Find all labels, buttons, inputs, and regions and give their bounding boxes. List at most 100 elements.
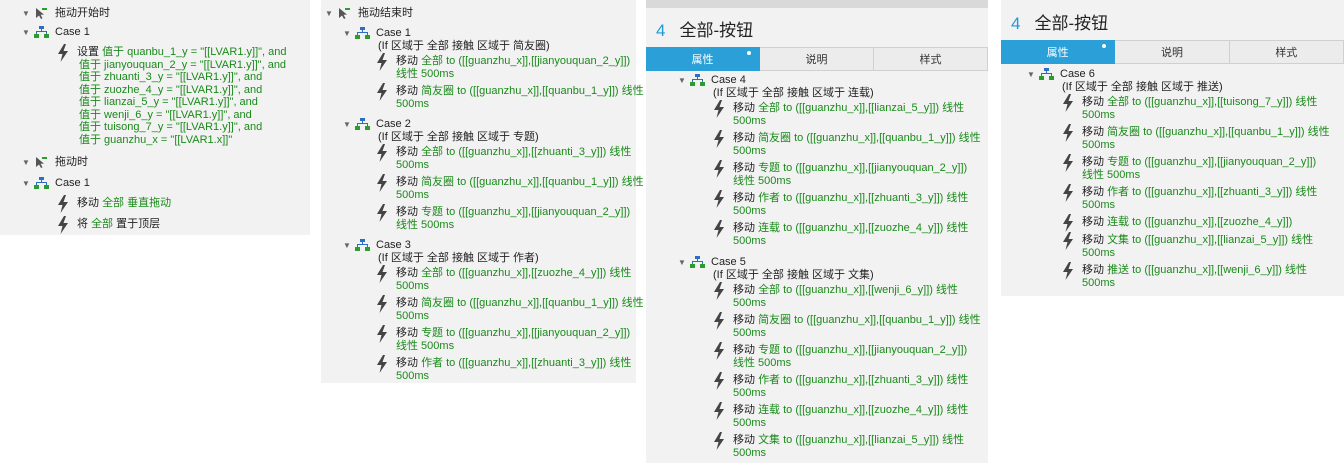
case-tree-icon [355, 118, 371, 131]
action-move[interactable]: 移动 专题 to ([[guanzhu_x]],[[jianyouquan_2_… [1061, 154, 1316, 181]
case-label: Case 4 (If 区域于 全部 接触 区域于 连载) [711, 74, 874, 100]
action-text: 移动 专题 to ([[guanzhu_x]],[[jianyouquan_2_… [396, 206, 630, 231]
action-move[interactable]: 移动 专题 to ([[guanzhu_x]],[[jianyouquan_2_… [375, 325, 630, 352]
action-line-2: 500ms [396, 188, 430, 201]
case-item[interactable]: ▼ Case 1 (If 区域于 全部 接触 区域于 简友圈) [343, 27, 550, 53]
case-item[interactable]: ▼ Case 4 (If 区域于 全部 接触 区域于 连载) [678, 74, 874, 100]
action-move[interactable]: 移动 全部 垂直拖动 [56, 195, 171, 215]
node-label: 拖动结束时 [358, 7, 413, 19]
action-move[interactable]: 移动 作者 to ([[guanzhu_x]],[[zhuanti_3_y]])… [375, 355, 631, 382]
action-move[interactable]: 移动 全部 to ([[guanzhu_x]],[[zuozhe_4_y]]) … [375, 265, 631, 292]
action-move[interactable]: 移动 作者 to ([[guanzhu_x]],[[zhuanti_3_y]])… [712, 190, 968, 217]
action-move[interactable]: 移动 全部 to ([[guanzhu_x]],[[wenji_6_y]]) 线… [712, 282, 958, 309]
action-move[interactable]: 移动 全部 to ([[guanzhu_x]],[[lianzai_5_y]])… [712, 100, 965, 127]
action-line: 移动 简友圈 to ([[guanzhu_x]],[[quanbu_1_y]])… [396, 85, 644, 98]
set-action-text: 设置 值于 quanbu_1_y = "[[LVAR1.y]]", and 值于 … [77, 46, 287, 146]
action-move[interactable]: 移动 简友圈 to ([[guanzhu_x]],[[quanbu_1_y]])… [375, 174, 644, 201]
action-text: 移动 全部 垂直拖动 [77, 197, 171, 210]
action-move[interactable]: 移动 作者 to ([[guanzhu_x]],[[zhuanti_3_y]])… [1061, 184, 1317, 211]
action-verb: 移动 [733, 162, 759, 174]
expand-arrow-icon[interactable]: ▼ [343, 27, 355, 40]
action-move[interactable]: 移动 文集 to ([[guanzhu_x]],[[lianzai_5_y]])… [712, 432, 964, 459]
expand-arrow-icon[interactable]: ▼ [678, 256, 690, 269]
expand-arrow-icon[interactable]: ▼ [22, 177, 34, 190]
interaction-panel-drag-start: ▼ 拖动开始时 ▼ Case 1 设置 值于 quanbu_1_y = "[[LVAR1… [0, 0, 310, 235]
action-target: 值于 zuozhe_4_y = "[[LVAR1.y]]", and [79, 83, 263, 96]
action-move[interactable]: 移动 全部 to ([[guanzhu_x]],[[tuisong_7_y]])… [1061, 94, 1317, 121]
action-move[interactable]: 移动 全部 to ([[guanzhu_x]],[[zhuanti_3_y]])… [375, 144, 631, 171]
action-set-variable[interactable]: 设置 值于 quanbu_1_y = "[[LVAR1.y]]", and 值于 … [56, 44, 287, 146]
event-cursor-icon [34, 156, 50, 169]
action-bolt-icon [712, 130, 728, 148]
action-line: 移动 专题 to ([[guanzhu_x]],[[jianyouquan_2_… [733, 344, 967, 357]
expand-arrow-icon[interactable]: ▼ [22, 7, 34, 20]
action-move[interactable]: 移动 简友圈 to ([[guanzhu_x]],[[quanbu_1_y]])… [375, 295, 644, 322]
expand-arrow-icon[interactable]: ▼ [325, 7, 337, 20]
expand-arrow-icon[interactable]: ▼ [22, 156, 34, 169]
action-target: 文集 to ([[guanzhu_x]],[[lianzai_5_y]]) 线性 [1107, 234, 1314, 246]
action-move[interactable]: 移动 简友圈 to ([[guanzhu_x]],[[quanbu_1_y]])… [1061, 124, 1330, 151]
action-bring-front[interactable]: 将 全部 置于顶层 [56, 216, 161, 236]
action-move[interactable]: 移动 简友圈 to ([[guanzhu_x]],[[quanbu_1_y]])… [712, 312, 981, 339]
action-target: 全部 to ([[guanzhu_x]],[[lianzai_5_y]]) 线性 [758, 102, 965, 114]
action-suffix: 置于顶层 [113, 218, 161, 230]
expand-arrow-icon[interactable]: ▼ [678, 74, 690, 87]
panel-tabs: 属性 说明 样式 [1001, 40, 1344, 64]
tab-style[interactable]: 样式 [1229, 40, 1344, 64]
tab-notes[interactable]: 说明 [760, 47, 874, 71]
action-bolt-icon [1061, 262, 1077, 280]
case-name: Case 2 [376, 118, 411, 130]
event-drag-end[interactable]: ▼ 拖动结束时 [325, 7, 413, 20]
action-verb: 移动 [1082, 216, 1108, 228]
action-line: 移动 作者 to ([[guanzhu_x]],[[zhuanti_3_y]])… [1082, 186, 1317, 199]
action-line: 移动 简友圈 to ([[guanzhu_x]],[[quanbu_1_y]])… [733, 132, 981, 145]
action-target: 值于 wenji_6_y = "[[LVAR1.y]]", and [79, 108, 252, 121]
action-move[interactable]: 移动 专题 to ([[guanzhu_x]],[[jianyouquan_2_… [712, 342, 967, 369]
action-move[interactable]: 移动 专题 to ([[guanzhu_x]],[[jianyouquan_2_… [375, 204, 630, 231]
action-move[interactable]: 移动 推送 to ([[guanzhu_x]],[[wenji_6_y]]) 线… [1061, 262, 1307, 289]
case-item[interactable]: ▼ Case 3 (If 区域于 全部 接触 区域于 作者) [343, 239, 539, 265]
action-move[interactable]: 移动 连载 to ([[guanzhu_x]],[[zuozhe_4_y]]) … [712, 220, 968, 247]
action-line-2: 线性 500ms [1082, 168, 1141, 181]
tab-properties[interactable]: 属性 [1001, 40, 1116, 64]
action-line-2: 500ms [733, 446, 767, 459]
action-verb: 移动 [733, 314, 759, 326]
tab-properties[interactable]: 属性 [646, 47, 760, 71]
case-item[interactable]: ▼ Case 5 (If 区域于 全部 接触 区域于 文集) [678, 256, 874, 282]
action-move[interactable]: 移动 作者 to ([[guanzhu_x]],[[zhuanti_3_y]])… [712, 372, 968, 399]
case-tree-icon [34, 26, 50, 39]
action-line: 移动 全部 to ([[guanzhu_x]],[[wenji_6_y]]) 线… [733, 284, 958, 297]
case-item[interactable]: ▼ Case 6 (If 区域于 全部 接触 区域于 推送) [1027, 68, 1223, 94]
action-text: 移动 文集 to ([[guanzhu_x]],[[lianzai_5_y]])… [1082, 234, 1313, 259]
action-line-2: 500ms [1082, 246, 1116, 259]
case-item[interactable]: ▼ Case 2 (If 区域于 全部 接触 区域于 专题) [343, 118, 539, 144]
action-move[interactable]: 移动 连载 to ([[guanzhu_x]],[[zuozhe_4_y]]) [1061, 214, 1292, 234]
action-line-2: 线性 500ms [733, 356, 792, 369]
tab-style[interactable]: 样式 [874, 47, 988, 71]
set-action-line: 值于 jianyouquan_2_y = "[[LVAR1.y]]", and [77, 59, 287, 72]
action-move[interactable]: 移动 全部 to ([[guanzhu_x]],[[jianyouquan_2_… [375, 53, 631, 80]
case-condition: (If 区域于 全部 接触 区域于 作者) [378, 252, 539, 264]
action-move[interactable]: 移动 专题 to ([[guanzhu_x]],[[jianyouquan_2_… [712, 160, 967, 187]
action-bolt-icon [712, 402, 728, 420]
action-line-2: 500ms [733, 386, 767, 399]
action-move[interactable]: 移动 文集 to ([[guanzhu_x]],[[lianzai_5_y]])… [1061, 232, 1313, 259]
action-verb: 移动 [733, 132, 759, 144]
tab-notes[interactable]: 说明 [1115, 40, 1230, 64]
expand-arrow-icon[interactable]: ▼ [1027, 68, 1039, 81]
case-item[interactable]: ▼ Case 1 [22, 177, 90, 190]
action-move[interactable]: 移动 简友圈 to ([[guanzhu_x]],[[quanbu_1_y]])… [712, 130, 981, 157]
action-text: 移动 简友圈 to ([[guanzhu_x]],[[quanbu_1_y]])… [396, 176, 644, 201]
action-move[interactable]: 移动 连载 to ([[guanzhu_x]],[[zuozhe_4_y]]) … [712, 402, 968, 429]
action-verb: 移动 [396, 206, 422, 218]
action-target: 全部 to ([[guanzhu_x]],[[jianyouquan_2_y]]… [421, 55, 631, 67]
expand-arrow-icon[interactable]: ▼ [343, 239, 355, 252]
action-line: 移动 连载 to ([[guanzhu_x]],[[zuozhe_4_y]]) … [733, 404, 968, 417]
event-drag-start[interactable]: ▼ 拖动开始时 [22, 7, 110, 20]
expand-arrow-icon[interactable]: ▼ [343, 118, 355, 131]
case-item[interactable]: ▼ Case 1 [22, 26, 90, 39]
action-line-2: 500ms [733, 144, 767, 157]
event-dragging[interactable]: ▼ 拖动时 [22, 156, 88, 169]
expand-arrow-icon[interactable]: ▼ [22, 26, 34, 39]
action-move[interactable]: 移动 简友圈 to ([[guanzhu_x]],[[quanbu_1_y]])… [375, 83, 644, 110]
